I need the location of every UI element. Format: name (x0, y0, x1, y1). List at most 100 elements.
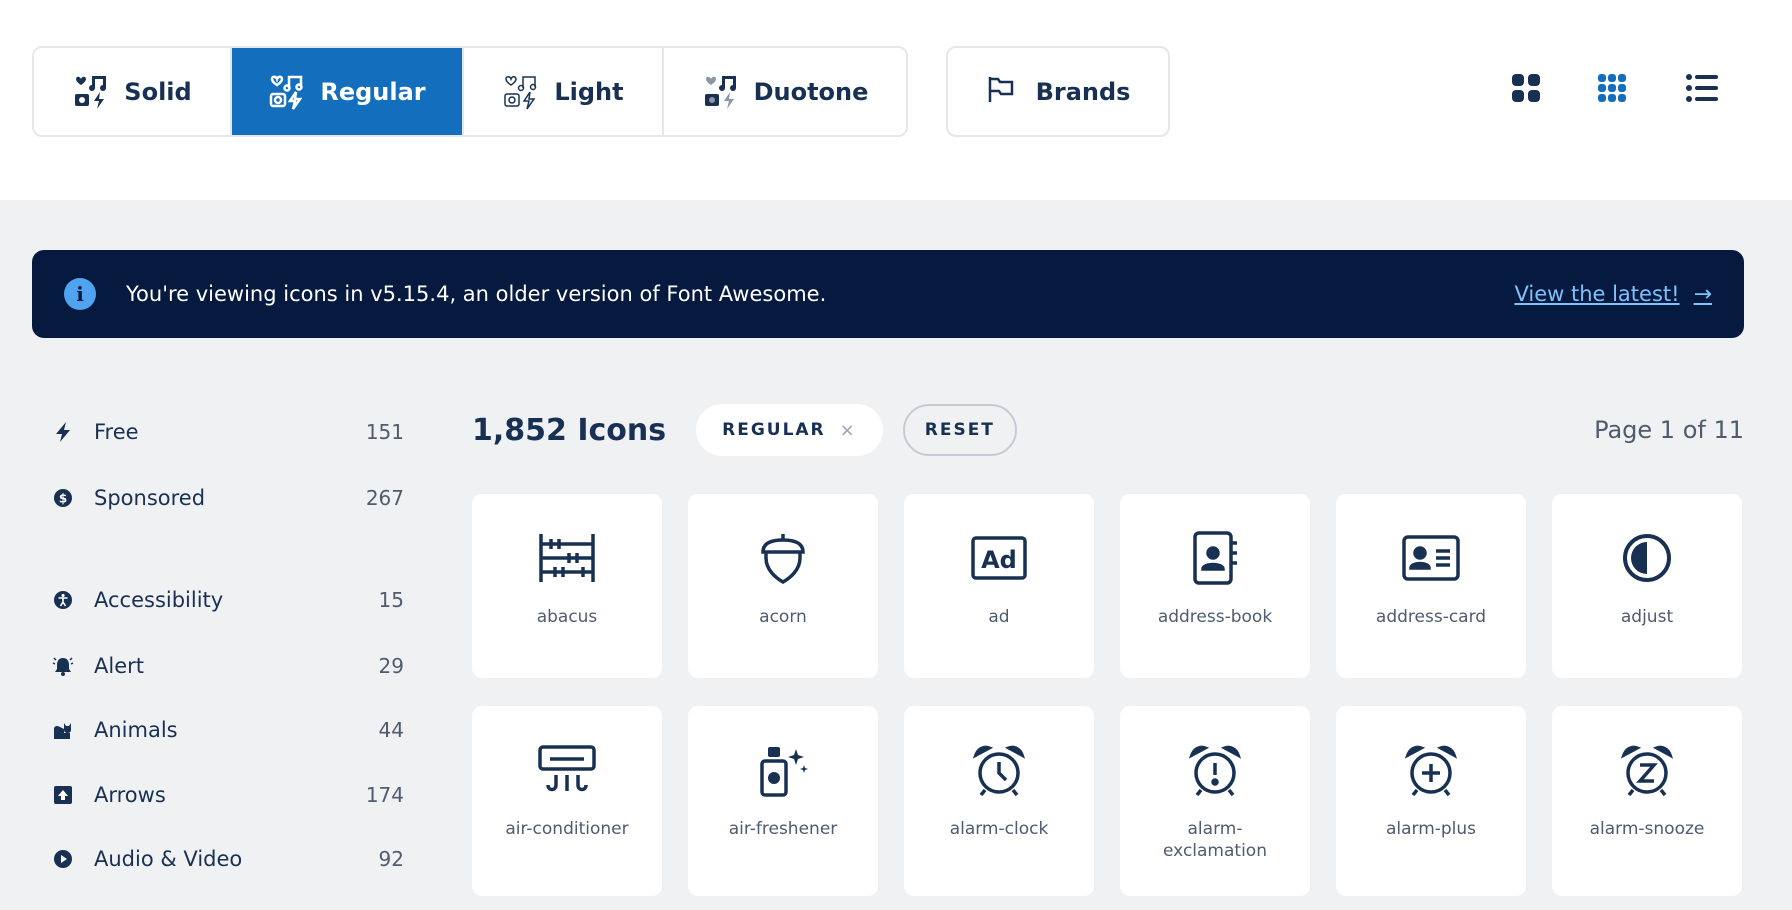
icon-card-adjust[interactable]: adjust (1552, 494, 1742, 678)
icon-card-air-freshener[interactable]: air-freshener (688, 706, 878, 896)
adjust-icon (1615, 526, 1679, 590)
sidebar-item-count: 15 (378, 588, 404, 612)
pagination-info: Page 1 of 11 (1594, 416, 1744, 444)
small-grid-view-button[interactable] (1588, 66, 1636, 114)
top-toolbar: Solid Regular Light Duotone Brands (0, 0, 1792, 200)
play-circle-icon (52, 848, 74, 870)
universal-access-icon (52, 589, 74, 611)
regular-style-icon (268, 73, 306, 111)
sidebar-item-count: 92 (378, 847, 404, 871)
icon-card-alarm-plus[interactable]: alarm-plus (1336, 706, 1526, 896)
small-grid-icon (1597, 73, 1627, 107)
reset-button[interactable]: RESET (902, 404, 1017, 456)
icon-card-label: ad (988, 607, 1010, 627)
arrow-square-up-icon (52, 784, 74, 806)
icon-card-label: acorn (759, 607, 807, 627)
view-latest-label: View the latest! (1514, 282, 1680, 306)
ad-icon: Ad (967, 526, 1031, 590)
icon-card-address-book[interactable]: address-book (1120, 494, 1310, 678)
icon-count-title: 1,852 Icons (472, 412, 667, 448)
alarm-clock-icon (967, 738, 1031, 802)
sidebar-item-count: 267 (365, 486, 404, 510)
light-style-icon (502, 73, 540, 111)
style-tab-light[interactable]: Light (464, 48, 664, 135)
sidebar-item-label: Arrows (94, 783, 166, 807)
sidebar-item-label: Alert (94, 654, 144, 678)
bell-icon (52, 655, 74, 677)
address-book-icon (1183, 526, 1247, 590)
icon-card-alarm-clock[interactable]: alarm-clock (904, 706, 1094, 896)
icon-card-label: alarm-clock (949, 819, 1049, 839)
sidebar-item-label: Animals (94, 718, 178, 742)
list-icon (1686, 73, 1718, 107)
sidebar-item-count: 174 (365, 783, 404, 807)
icon-card-ad[interactable]: Ad ad (904, 494, 1094, 678)
duotone-style-icon (702, 73, 740, 111)
sidebar-item-count: 29 (378, 654, 404, 678)
air-freshener-icon (751, 738, 815, 802)
list-view-button[interactable] (1678, 66, 1726, 114)
sidebar-item-audio-video[interactable]: Audio & Video 92 (52, 839, 404, 879)
sidebar-item-accessibility[interactable]: Accessibility 15 (52, 580, 404, 620)
filter-pill-regular[interactable]: REGULAR × (696, 404, 883, 456)
icon-card-address-card[interactable]: address-card (1336, 494, 1526, 678)
cat-icon (52, 719, 74, 741)
sidebar-item-alert[interactable]: Alert 29 (52, 646, 404, 686)
svg-text:Ad: Ad (981, 546, 1017, 574)
sidebar-item-count: 151 (365, 420, 404, 444)
brands-button[interactable]: Brands (946, 46, 1170, 137)
arrow-right-icon: → (1693, 281, 1712, 307)
icon-card-label: air-freshener (728, 819, 838, 839)
acorn-icon (751, 526, 815, 590)
icon-card-alarm-snooze[interactable]: alarm-snooze (1552, 706, 1742, 896)
solid-style-icon (72, 73, 110, 111)
dollar-circle-icon: $ (52, 487, 74, 509)
icon-card-acorn[interactable]: acorn (688, 494, 878, 678)
version-banner: i You're viewing icons in v5.15.4, an ol… (32, 250, 1744, 338)
style-selector: Solid Regular Light Duotone (32, 46, 908, 137)
style-tab-label: Light (554, 77, 624, 106)
view-latest-link[interactable]: View the latest! → (1514, 282, 1712, 307)
style-tab-solid[interactable]: Solid (34, 48, 232, 135)
svg-text:$: $ (59, 492, 67, 506)
icon-card-abacus[interactable]: abacus (472, 494, 662, 678)
icon-card-air-conditioner[interactable]: air-conditioner (472, 706, 662, 896)
results-header: 1,852 Icons REGULAR × RESET (472, 404, 1017, 456)
large-grid-view-button[interactable] (1502, 66, 1550, 114)
icon-card-label: adjust (1620, 607, 1674, 627)
air-conditioner-icon (535, 738, 599, 802)
abacus-icon (535, 526, 599, 590)
alarm-exclamation-icon (1183, 738, 1247, 802)
icon-card-label: air-conditioner (505, 819, 629, 839)
filter-pill-label: REGULAR (722, 420, 826, 440)
sidebar-item-label: Sponsored (94, 486, 206, 510)
style-tab-duotone[interactable]: Duotone (664, 48, 906, 135)
style-tab-label: Duotone (753, 77, 869, 106)
flag-icon (986, 74, 1016, 110)
style-tab-regular[interactable]: Regular (232, 48, 464, 135)
sidebar-item-sponsored[interactable]: $ Sponsored 267 (52, 478, 404, 518)
banner-message: You're viewing icons in v5.15.4, an olde… (126, 282, 827, 306)
address-card-icon (1399, 526, 1463, 590)
icon-card-label: address-card (1375, 607, 1487, 627)
sidebar-item-label: Accessibility (94, 588, 224, 612)
icon-card-label: address-book (1157, 607, 1273, 627)
sidebar-item-count: 44 (378, 718, 404, 742)
sidebar-item-arrows[interactable]: Arrows 174 (52, 775, 404, 815)
icon-card-label: abacus (536, 607, 598, 627)
large-grid-icon (1511, 73, 1541, 107)
sidebar-item-label: Audio & Video (94, 847, 243, 871)
style-tab-label: Solid (124, 77, 192, 106)
sidebar-item-free[interactable]: Free 151 (52, 412, 404, 452)
alarm-snooze-icon (1615, 738, 1679, 802)
sidebar-item-animals[interactable]: Animals 44 (52, 710, 404, 750)
icon-card-label: alarm-snooze (1589, 819, 1705, 839)
style-tab-label: Regular (320, 77, 426, 106)
icon-card-label: alarm-exclamation (1163, 819, 1267, 861)
icon-card-alarm-exclamation[interactable]: alarm-exclamation (1120, 706, 1310, 896)
close-icon[interactable]: × (840, 420, 857, 441)
bolt-icon (52, 421, 74, 443)
info-circle-icon: i (64, 278, 96, 310)
icon-card-label: alarm-plus (1385, 819, 1477, 839)
alarm-plus-icon (1399, 738, 1463, 802)
